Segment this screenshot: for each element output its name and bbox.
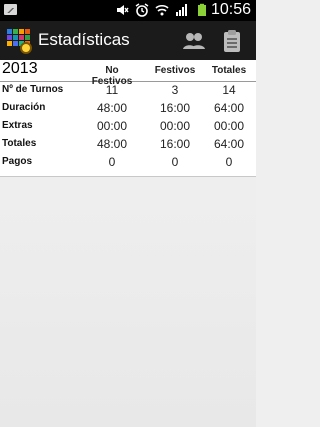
people-icon[interactable] (180, 27, 208, 55)
status-time: 10:56 (210, 1, 251, 18)
cell-value: 14 (222, 83, 236, 97)
wifi-icon (155, 3, 169, 17)
gallery-icon (4, 4, 17, 15)
cell-value: 48:00 (96, 101, 128, 115)
cell-value: 00:00 (213, 119, 245, 133)
year-label: 2013 (2, 60, 38, 77)
table-header: 2013 No Festivos Festivos Totales (0, 60, 256, 87)
column-header-festivos: Festivos (154, 65, 196, 76)
row-label: Pagos (2, 156, 33, 167)
table-row: Nº de Turnos 11 3 14 (0, 82, 256, 100)
cell-value: 16:00 (159, 101, 191, 115)
cell-value: 3 (171, 83, 179, 97)
column-header-totales: Totales (211, 65, 247, 76)
table-row: Totales 48:00 16:00 64:00 (0, 136, 256, 154)
cell-value: 0 (225, 155, 233, 169)
cell-value: 00:00 (159, 119, 191, 133)
row-label: Extras (2, 120, 33, 131)
cell-value: 64:00 (213, 101, 245, 115)
cell-value: 64:00 (213, 137, 245, 151)
app-logo-icon[interactable] (6, 25, 34, 55)
clipboard-icon[interactable] (218, 27, 246, 55)
table-row: Duración 48:00 16:00 64:00 (0, 100, 256, 118)
cell-value: 16:00 (159, 137, 191, 151)
row-label: Totales (2, 138, 37, 149)
cell-value: 11 (105, 83, 119, 97)
stats-table: 2013 No Festivos Festivos Totales Nº de … (0, 60, 256, 177)
app-title: Estadísticas (38, 30, 130, 49)
action-bar: Estadísticas (0, 21, 256, 61)
signal-icon (175, 3, 189, 17)
table-row: Pagos 0 0 0 (0, 154, 256, 172)
cell-value: 48:00 (96, 137, 128, 151)
status-icons (115, 3, 209, 17)
cell-value: 0 (171, 155, 179, 169)
mute-icon (115, 3, 129, 17)
alarm-icon (135, 3, 149, 17)
table-row: Extras 00:00 00:00 00:00 (0, 118, 256, 136)
row-label: Nº de Turnos (2, 84, 64, 95)
battery-icon (195, 3, 209, 17)
cell-value: 0 (108, 155, 116, 169)
cell-value: 00:00 (96, 119, 128, 133)
row-label: Duración (2, 102, 46, 113)
status-bar: 10:56 (0, 0, 256, 21)
screen: 10:56 Estadísticas 2013 No Festivos Fest… (0, 0, 256, 427)
